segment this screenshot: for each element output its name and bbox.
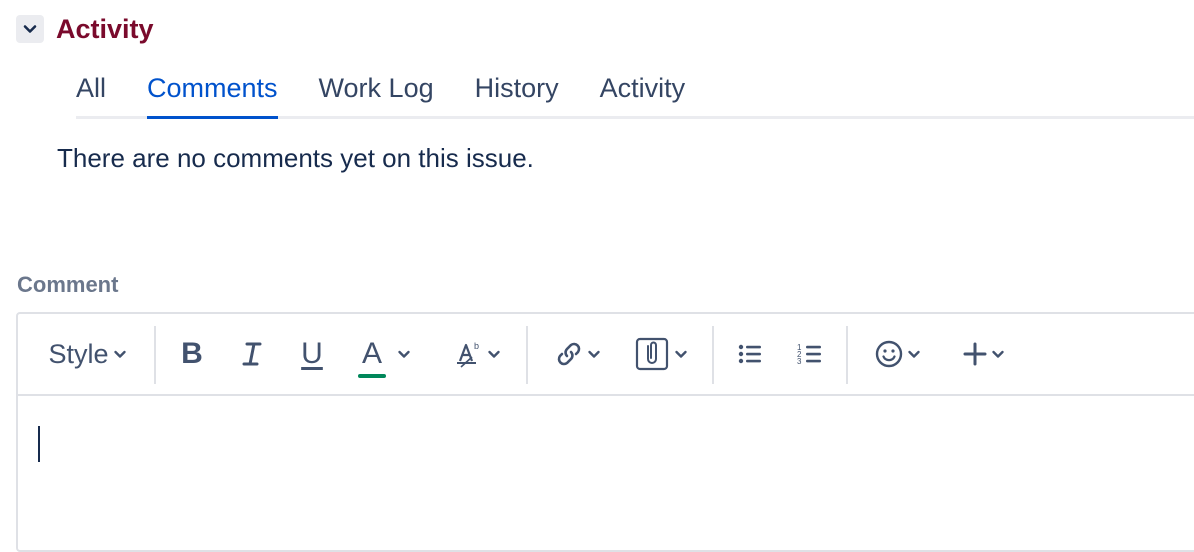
toolbar-divider (846, 326, 848, 384)
bold-icon: B (181, 337, 203, 370)
text-color-icon: A (357, 337, 386, 378)
underline-button[interactable]: U (294, 314, 330, 394)
italic-button[interactable] (234, 314, 270, 394)
chevron-down-icon (588, 350, 600, 358)
tab-activity[interactable]: Activity (600, 66, 686, 116)
text-cursor (38, 426, 40, 462)
toolbar-divider (154, 326, 156, 384)
section-title: Activity (56, 14, 154, 44)
tab-all[interactable]: All (76, 66, 106, 116)
collapse-toggle-button[interactable] (16, 15, 44, 43)
text-formatting-icon: b (457, 341, 479, 368)
chevron-down-icon (23, 25, 37, 33)
attachment-icon (635, 337, 669, 371)
style-dropdown-label: Style (48, 338, 109, 369)
style-dropdown[interactable]: Style (42, 314, 134, 394)
tab-history[interactable]: History (475, 66, 559, 116)
link-icon (557, 342, 581, 366)
bullet-list-icon (738, 344, 761, 364)
text-formatting-dropdown[interactable]: b (446, 314, 510, 394)
plus-icon (963, 342, 987, 366)
chevron-down-icon (398, 350, 410, 358)
chevron-down-icon (675, 350, 687, 358)
text-color-glyph: A (361, 337, 382, 370)
chevron-down-icon (488, 350, 500, 358)
tab-work-log[interactable]: Work Log (319, 66, 434, 116)
chevron-down-icon (908, 350, 920, 358)
toolbar-divider (712, 326, 714, 384)
text-color-swatch (357, 374, 386, 378)
svg-text:3: 3 (797, 357, 802, 366)
numbered-list-icon: 1 2 3 (797, 343, 821, 366)
bullet-list-button[interactable] (732, 314, 768, 394)
editor-toolbar: Style B U A b 1 2 3 (18, 314, 1194, 396)
link-dropdown[interactable] (546, 314, 610, 394)
empty-comments-message: There are no comments yet on this issue. (57, 143, 534, 173)
underline-icon: U (301, 337, 323, 370)
emoji-dropdown[interactable] (866, 314, 930, 394)
text-color-dropdown[interactable]: A (352, 314, 422, 394)
comment-editor[interactable]: Style B U A b 1 2 3 (16, 312, 1194, 552)
tab-comments[interactable]: Comments (147, 66, 278, 119)
chevron-down-icon (113, 350, 126, 358)
bold-button[interactable]: B (174, 314, 210, 394)
activity-tabs: All Comments Work Log History Activity (76, 66, 1194, 119)
italic-icon (242, 342, 262, 366)
attachment-dropdown[interactable] (630, 314, 694, 394)
emoji-icon (875, 340, 903, 368)
numbered-list-button[interactable]: 1 2 3 (792, 314, 828, 394)
activity-section-header: Activity (16, 14, 154, 44)
chevron-down-icon (992, 350, 1004, 358)
insert-dropdown[interactable] (954, 314, 1014, 394)
toolbar-divider (526, 326, 528, 384)
comment-field-label: Comment (17, 272, 119, 297)
svg-text:b: b (474, 341, 479, 351)
